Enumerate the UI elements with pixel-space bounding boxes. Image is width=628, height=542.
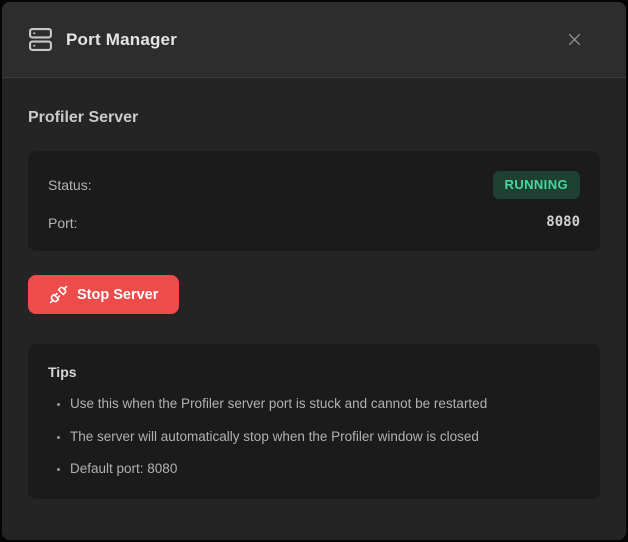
status-panel: Status: RUNNING Port: 8080 — [28, 151, 600, 251]
status-badge: RUNNING — [493, 171, 580, 199]
close-button[interactable] — [560, 26, 588, 54]
tips-list-item: Default port: 8080 — [70, 459, 580, 479]
dialog-body: Profiler Server Status: RUNNING Port: 80… — [2, 78, 626, 540]
stop-server-button-label: Stop Server — [77, 287, 158, 303]
server-icon — [28, 27, 53, 52]
port-label: Port: — [48, 215, 78, 231]
port-value: 8080 — [546, 214, 580, 231]
titlebar: Port Manager — [2, 2, 626, 78]
tips-list: Use this when the Profiler server port i… — [48, 394, 580, 479]
stop-server-button[interactable]: Stop Server — [28, 275, 179, 314]
section-heading: Profiler Server — [28, 109, 600, 127]
status-label: Status: — [48, 177, 92, 193]
status-row: Status: RUNNING — [48, 171, 580, 199]
window-inner: Port Manager Profiler Server Status: RUN… — [2, 2, 626, 540]
tips-list-item: Use this when the Profiler server port i… — [70, 394, 580, 414]
tips-heading: Tips — [48, 364, 580, 380]
unplug-icon — [49, 285, 68, 304]
tips-list-item: The server will automatically stop when … — [70, 427, 580, 447]
tips-panel: Tips Use this when the Profiler server p… — [28, 344, 600, 499]
port-manager-window: Port Manager Profiler Server Status: RUN… — [0, 0, 628, 542]
close-icon — [566, 31, 583, 48]
window-title: Port Manager — [66, 30, 177, 50]
port-row: Port: 8080 — [48, 214, 580, 231]
